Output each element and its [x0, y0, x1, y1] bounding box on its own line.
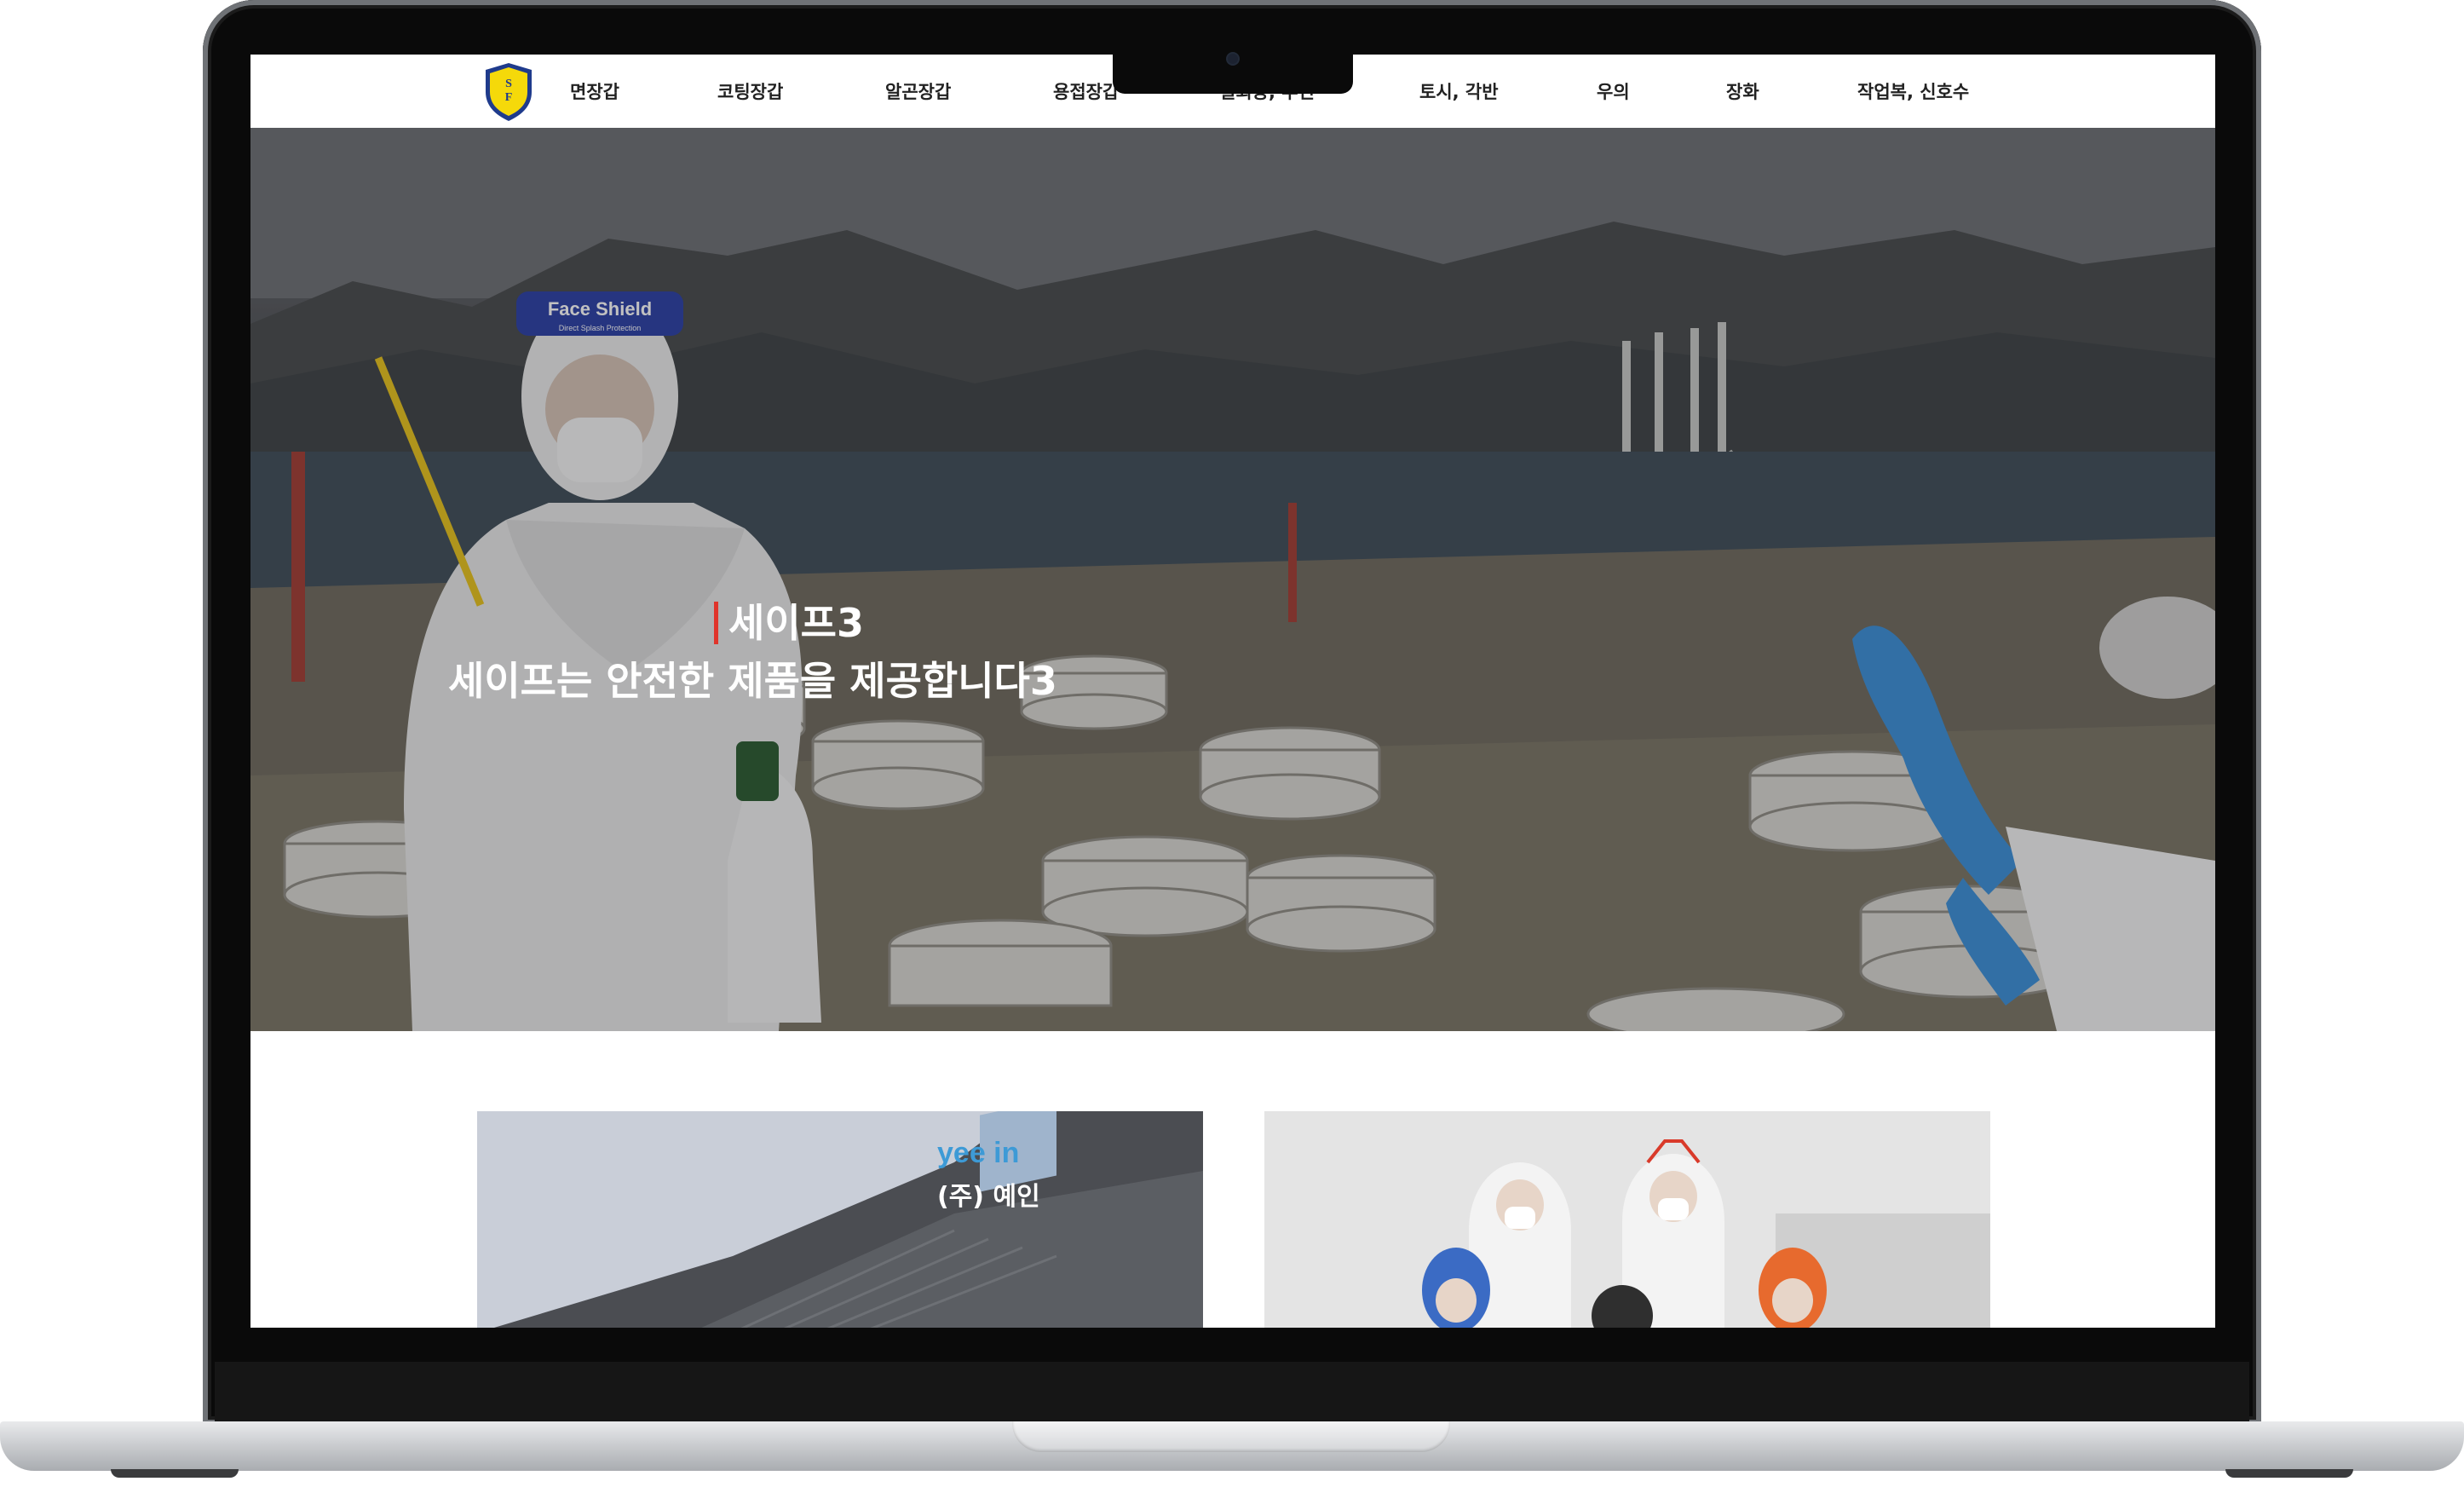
nav-item-coated-gloves[interactable]: 코팅장갑: [717, 78, 783, 104]
browser-screen: S F 면장갑 코팅장갑 알곤장갑 용접장갑 일회용, 투인 토시, 각반 우의…: [250, 55, 2215, 1328]
nav-item-workwear[interactable]: 작업복, 신호수: [1857, 78, 1969, 104]
hero-subtitle: 세이프는 안전한 제품을 제공합니다3: [448, 658, 1057, 704]
shield-logo-icon: S F: [486, 63, 532, 121]
nav-item-raincoat[interactable]: 우의: [1597, 78, 1630, 104]
brand-logo[interactable]: S F: [482, 61, 535, 123]
company-building-card[interactable]: yee in (주) 예인: [477, 1111, 1203, 1328]
svg-text:F: F: [505, 91, 513, 104]
camera-icon: [1228, 54, 1238, 64]
nav-item-boots[interactable]: 장화: [1726, 78, 1759, 104]
laptop-foot-right: [2225, 1469, 2353, 1478]
building-image: yee in (주) 예인: [477, 1111, 1203, 1328]
hero-title: 세이프3: [714, 602, 864, 644]
camera-notch: [1113, 48, 1353, 94]
hero-slider: Face Shield Direct Splash Protection 세이프…: [250, 128, 2215, 1031]
hazmat-team-card[interactable]: [1264, 1111, 1990, 1328]
laptop-hinge-strip: [215, 1362, 2249, 1421]
nav-item-argon-gloves[interactable]: 알곤장갑: [885, 78, 951, 104]
nav-item-sleeves[interactable]: 토시, 각반: [1419, 78, 1499, 104]
svg-text:S: S: [505, 78, 512, 90]
building-sign-ko: (주) 예인: [937, 1182, 1040, 1212]
hero-dark-overlay: [250, 128, 2215, 1031]
building-sign-en: yee in: [937, 1137, 1019, 1169]
nav-item-welding-gloves[interactable]: 용접장갑: [1053, 78, 1119, 104]
nav-item-cotton-gloves[interactable]: 면장갑: [570, 78, 619, 104]
laptop-open-notch: [1012, 1421, 1450, 1452]
team-image: [1264, 1111, 1990, 1328]
laptop-foot-left: [111, 1469, 239, 1478]
